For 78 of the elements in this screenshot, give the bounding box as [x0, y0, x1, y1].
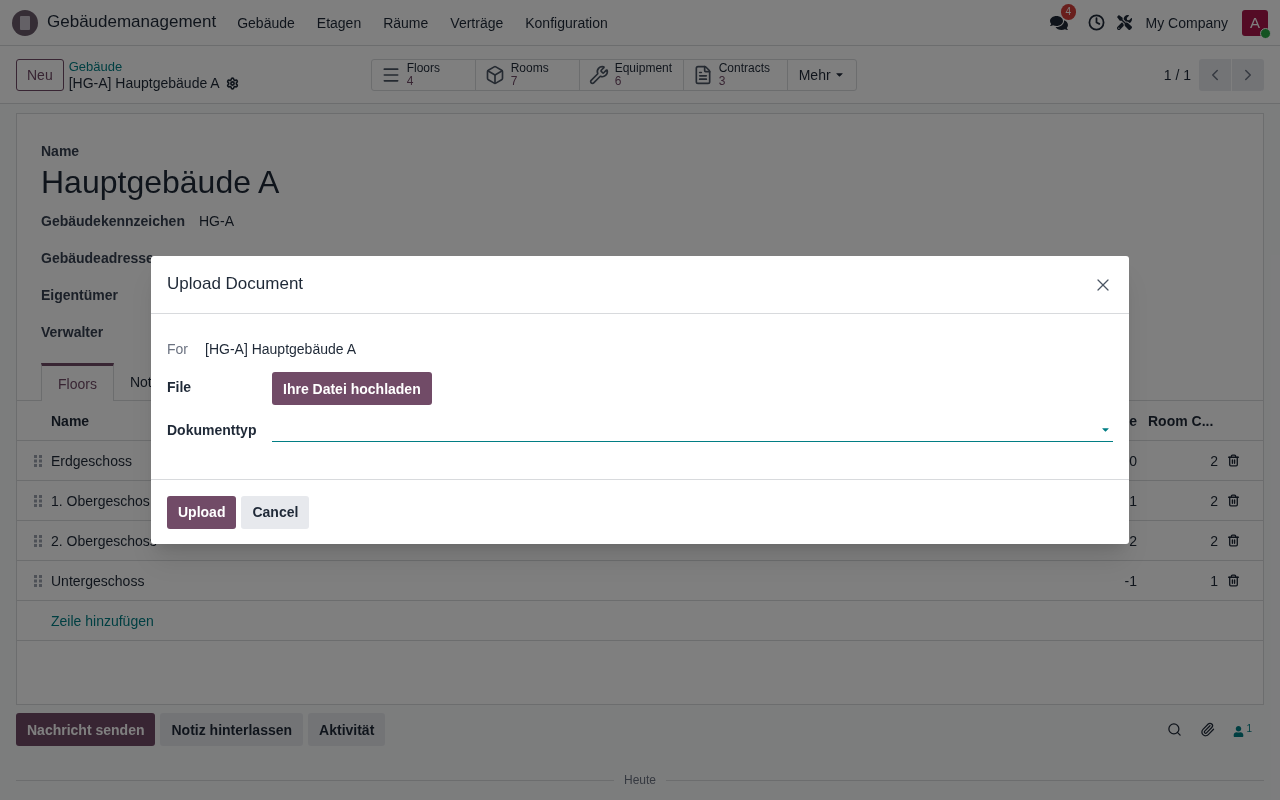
stat-label: Contracts — [718, 61, 771, 75]
table-cell-text: 1. Obergeschos — [51, 491, 151, 511]
drag-handle-icon[interactable] — [34, 494, 42, 507]
stat-button[interactable]: Contracts 3 — [683, 59, 788, 90]
table-cell-text: 2 — [1209, 451, 1219, 471]
record-title: [HG-A] Hauptgebäude A — [68, 74, 220, 92]
record-name: Hauptgebäude A — [41, 163, 281, 202]
search-icon[interactable] — [1167, 722, 1183, 737]
field-label: For — [167, 340, 189, 359]
dialog-title: Upload Document — [167, 273, 304, 296]
delete-icon[interactable] — [1227, 494, 1240, 507]
drag-handle-icon[interactable] — [34, 454, 42, 467]
date-divider-label: Heute — [624, 772, 656, 789]
dialog-button[interactable]: Cancel — [241, 495, 310, 529]
followers-icon[interactable] — [1233, 726, 1245, 737]
field-value: [HG-A] Hauptgebäude A — [205, 340, 356, 359]
delete-icon[interactable] — [1227, 534, 1240, 547]
dialog-button[interactable]: Upload — [167, 495, 237, 529]
followers-count: 1 — [1246, 722, 1252, 736]
new-button[interactable]: Neu — [16, 58, 64, 91]
field-value: HG-A — [199, 211, 234, 231]
field-label: Gebäudeadresse — [41, 248, 155, 268]
table-cell-text: -1 — [1123, 571, 1138, 591]
menu-item[interactable]: Gebäude — [226, 12, 306, 33]
settings-icon[interactable] — [225, 76, 239, 90]
table-cell-text: 1 — [1209, 571, 1219, 591]
table-cell-text: 0 — [1128, 451, 1138, 471]
more-dropdown[interactable]: Mehr — [787, 59, 856, 90]
field-label: Name — [41, 142, 81, 161]
tools-icon[interactable] — [1116, 15, 1132, 30]
column-header[interactable]: Room C... — [1139, 410, 1219, 431]
menu-item[interactable]: Verträge — [439, 12, 515, 33]
chatter-button[interactable]: Aktivität — [308, 713, 386, 746]
add-line-link[interactable]: Zeile hinzufügen — [51, 610, 154, 631]
breadcrumb-link[interactable]: Gebäude — [68, 57, 239, 75]
drag-handle-icon[interactable] — [34, 534, 42, 547]
menu-item[interactable]: Räume — [372, 12, 440, 33]
stat-value: 3 — [718, 74, 727, 88]
wrench-icon — [588, 64, 609, 85]
company-name[interactable]: My Company — [1145, 12, 1228, 33]
delete-icon[interactable] — [1227, 454, 1240, 467]
app-name[interactable]: Gebäudemanagement — [47, 10, 217, 35]
menu-item[interactable]: Konfiguration — [514, 12, 619, 33]
notification-badge: 4 — [1060, 3, 1077, 20]
app-logo-icon[interactable] — [12, 9, 38, 36]
stat-button[interactable]: Equipment 6 — [579, 59, 684, 90]
cube-icon — [484, 64, 505, 85]
stat-label: Equipment — [614, 61, 673, 75]
stat-button[interactable]: Floors 4 — [371, 59, 476, 90]
table-cell-text: Erdgeschoss — [51, 451, 133, 471]
stat-value: 6 — [614, 74, 622, 88]
table-cell-text: 2 — [1209, 491, 1219, 511]
stat-value: 4 — [406, 74, 415, 88]
chatter-button[interactable]: Nachricht senden — [16, 713, 156, 746]
chatter-button[interactable]: Notiz hinterlassen — [160, 713, 304, 746]
messages-icon[interactable] — [1049, 13, 1068, 32]
drag-handle-icon[interactable] — [34, 574, 42, 587]
pager-counter: 1 / 1 — [1163, 65, 1191, 85]
paperclip-icon[interactable] — [1200, 722, 1216, 737]
stat-button[interactable]: Rooms 7 — [475, 59, 580, 90]
table-cell-text: 1 — [1128, 491, 1138, 511]
clock-icon[interactable] — [1087, 14, 1105, 31]
field-label: Verwalter — [41, 322, 105, 342]
tab[interactable]: Floors — [41, 363, 114, 401]
menu-item[interactable]: Etagen — [305, 12, 373, 33]
user-avatar[interactable]: A — [1242, 9, 1268, 36]
upload-file-button[interactable]: Ihre Datei hochladen — [272, 372, 432, 405]
delete-icon[interactable] — [1227, 574, 1240, 587]
field-label: File — [167, 378, 193, 397]
table-cell-text: 2. Obergeschoss — [51, 531, 158, 551]
stat-label: Floors — [406, 61, 441, 75]
table-cell-text: 2 — [1128, 531, 1138, 551]
field-label: Dokumenttyp — [167, 421, 258, 440]
table-cell-text: 2 — [1209, 531, 1219, 551]
stat-value: 7 — [510, 74, 519, 88]
stat-label: Rooms — [510, 61, 549, 75]
field-label: Gebäudekennzeichen — [41, 211, 186, 231]
table-cell-text: Untergeschoss — [51, 571, 146, 591]
